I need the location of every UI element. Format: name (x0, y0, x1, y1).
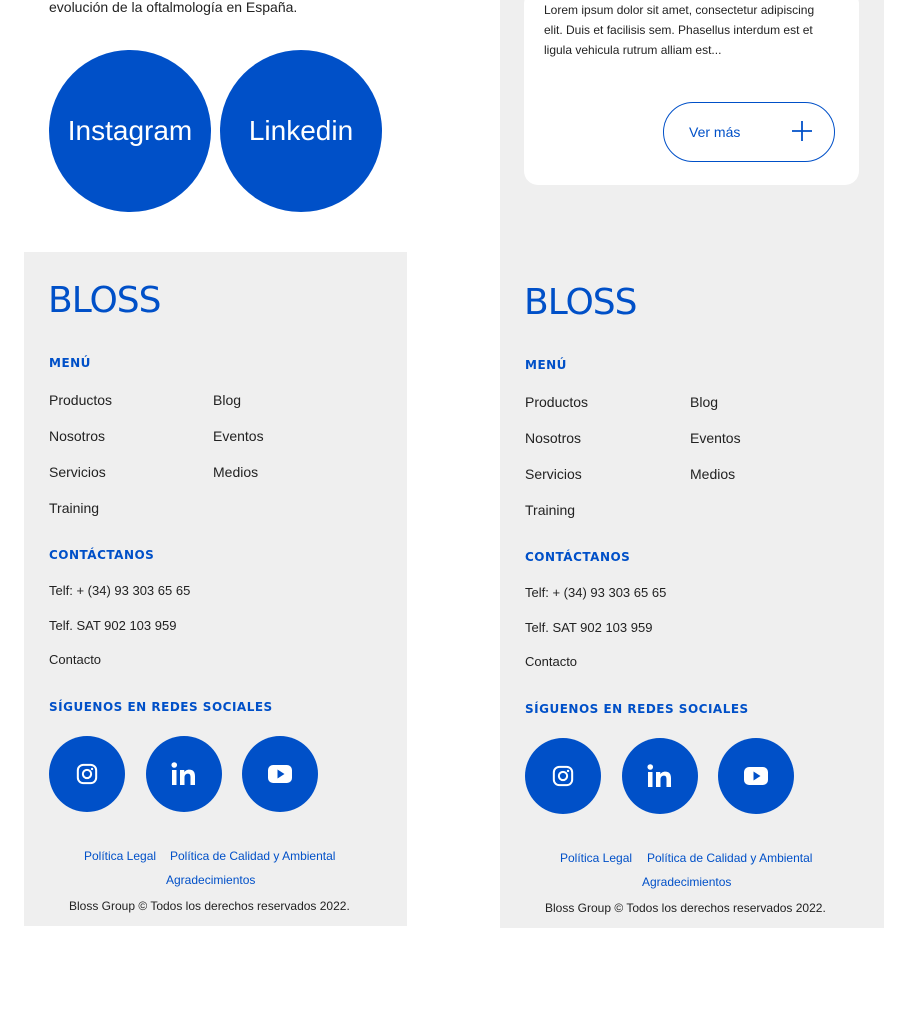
menu-item-eventos[interactable]: Eventos (213, 428, 264, 444)
menu-item-medios[interactable]: Medios (213, 464, 258, 480)
linkedin-button[interactable]: Linkedin (220, 50, 382, 212)
social-youtube-button[interactable] (242, 736, 318, 812)
social-instagram-button[interactable] (49, 736, 125, 812)
menu-item-blog[interactable]: Blog (690, 394, 718, 410)
social-youtube-button[interactable] (718, 738, 794, 814)
contact-title: CONTÁCTANOS (525, 550, 631, 564)
social-instagram-button[interactable] (525, 738, 601, 814)
menu-title: MENÚ (49, 356, 91, 370)
instagram-icon (552, 765, 574, 787)
card-description: Lorem ipsum dolor sit amet, consectetur … (544, 3, 815, 57)
menu-item-medios[interactable]: Medios (690, 466, 735, 482)
menu-item-servicios[interactable]: Servicios (525, 466, 582, 482)
linkedin-icon (171, 762, 195, 785)
menu-title: MENÚ (525, 358, 567, 372)
social-linkedin-button[interactable] (622, 738, 698, 814)
menu-item-servicios[interactable]: Servicios (49, 464, 106, 480)
social-title: SÍGUENOS EN REDES SOCIALES (525, 702, 749, 716)
quality-policy-link[interactable]: Política de Calidad y Ambiental (647, 851, 812, 865)
contact-phone[interactable]: Telf: + (34) 93 303 65 65 (49, 583, 190, 598)
intro-text: evolución de la oftalmología en España. (49, 0, 298, 15)
copyright-text: Bloss Group © Todos los derechos reserva… (545, 901, 826, 915)
menu-item-training[interactable]: Training (525, 502, 575, 518)
contact-sat[interactable]: Telf. SAT 902 103 959 (49, 618, 176, 633)
ver-mas-label: Ver más (689, 124, 741, 140)
bloss-logo[interactable]: BLOSS (48, 280, 162, 321)
youtube-icon (744, 767, 768, 785)
social-linkedin-button[interactable] (146, 736, 222, 812)
quality-policy-link[interactable]: Política de Calidad y Ambiental (170, 849, 335, 863)
youtube-icon (268, 765, 292, 783)
bloss-logo[interactable]: BLOSS (524, 282, 638, 323)
contact-title: CONTÁCTANOS (49, 548, 155, 562)
acknowledgements-link[interactable]: Agradecimientos (642, 875, 731, 889)
menu-item-productos[interactable]: Productos (49, 392, 112, 408)
copyright-text: Bloss Group © Todos los derechos reserva… (69, 899, 350, 913)
linkedin-icon (647, 764, 671, 787)
acknowledgements-link[interactable]: Agradecimientos (166, 873, 255, 887)
menu-item-productos[interactable]: Productos (525, 394, 588, 410)
plus-icon (792, 121, 812, 141)
content-card: Lorem ipsum dolor sit amet, consectetur … (524, 0, 859, 185)
legal-policy-link[interactable]: Política Legal (84, 849, 156, 863)
ver-mas-button[interactable]: Ver más (663, 102, 835, 162)
menu-item-eventos[interactable]: Eventos (690, 430, 741, 446)
social-title: SÍGUENOS EN REDES SOCIALES (49, 700, 273, 714)
instagram-icon (76, 763, 98, 785)
contact-phone[interactable]: Telf: + (34) 93 303 65 65 (525, 585, 666, 600)
contact-sat[interactable]: Telf. SAT 902 103 959 (525, 620, 652, 635)
menu-item-blog[interactable]: Blog (213, 392, 241, 408)
legal-policy-link[interactable]: Política Legal (560, 851, 632, 865)
instagram-button[interactable]: Instagram (49, 50, 211, 212)
menu-item-nosotros[interactable]: Nosotros (525, 430, 581, 446)
footer-left: BLOSS MENÚ Productos Nosotros Servicios … (24, 252, 407, 926)
menu-item-training[interactable]: Training (49, 500, 99, 516)
contact-link[interactable]: Contacto (525, 654, 577, 669)
contact-link[interactable]: Contacto (49, 652, 101, 667)
footer-right: BLOSS MENÚ Productos Nosotros Servicios … (500, 254, 884, 928)
menu-item-nosotros[interactable]: Nosotros (49, 428, 105, 444)
